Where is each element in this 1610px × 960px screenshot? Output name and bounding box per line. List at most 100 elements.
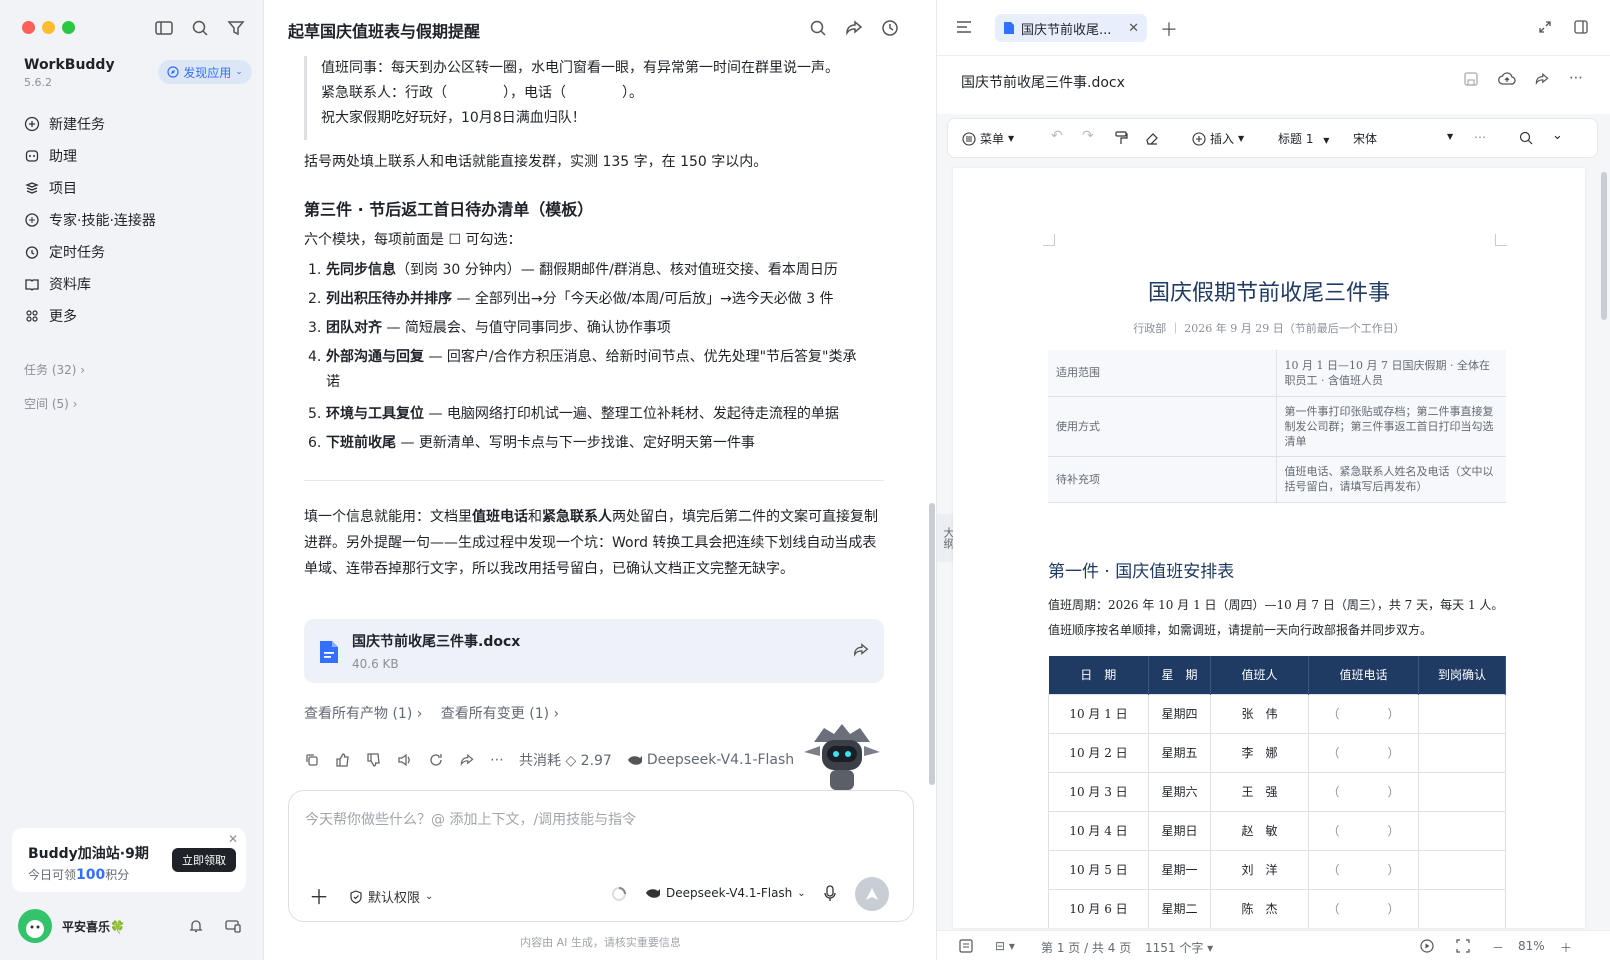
minimize-window-button[interactable] xyxy=(42,21,55,34)
speaker-icon[interactable] xyxy=(397,752,413,768)
promo-sub-prefix: 今日可领 xyxy=(28,868,77,882)
close-window-button[interactable] xyxy=(22,21,35,34)
share-icon[interactable] xyxy=(1534,71,1550,87)
chevron-down-icon: ⌄ xyxy=(425,891,434,902)
view-changes-link[interactable]: 查看所有变更 (1) › xyxy=(441,706,559,722)
close-icon[interactable]: ✕ xyxy=(1128,21,1139,36)
spaces-section[interactable]: 空间 (5) › xyxy=(24,395,77,412)
list-number: 2. xyxy=(308,291,322,307)
paragraph-style-select[interactable]: 标题 1 ▼ xyxy=(1278,130,1329,147)
outline-view-icon[interactable] xyxy=(959,939,973,953)
table-cell: （ ） xyxy=(1308,810,1419,851)
refresh-icon[interactable] xyxy=(428,752,444,768)
sidebar-item-more[interactable]: 更多 xyxy=(16,301,252,331)
claim-button[interactable]: 立即领取 xyxy=(172,848,236,872)
word-count[interactable]: 1151 个字 ▾ xyxy=(1145,939,1213,956)
more-icon[interactable]: ⋯ xyxy=(490,752,504,768)
permission-select[interactable]: 默认权限 ⌄ xyxy=(349,887,433,906)
new-tab-icon[interactable]: ＋ xyxy=(1160,16,1178,42)
tab-document[interactable]: 国庆节前收尾... ✕ xyxy=(995,14,1147,42)
avatar[interactable] xyxy=(18,909,52,943)
view-artifacts-link[interactable]: 查看所有产物 (1) › xyxy=(304,706,422,722)
table-cell: 星期五 xyxy=(1148,732,1211,773)
doc-subtitle: 行政部 ｜ 2026 年 9 月 29 日（节前最后一个工作日） xyxy=(1133,322,1405,335)
plus-circle-icon xyxy=(24,116,40,132)
history-icon[interactable] xyxy=(880,18,900,38)
add-icon[interactable]: ＋ xyxy=(309,881,329,910)
chat-scrollbar[interactable] xyxy=(929,503,935,785)
bell-icon[interactable] xyxy=(188,918,204,934)
column-header: 日 期 xyxy=(1048,656,1149,694)
list-item-text: — 简短晨会、与值守同事同步、确认协作事项 xyxy=(382,320,671,336)
sidebar-item-assistant[interactable]: 助理 xyxy=(16,141,252,171)
list-item-title: 环境与工具复位 xyxy=(326,406,424,422)
list-number: 6. xyxy=(308,435,322,451)
loading-spinner-icon xyxy=(612,887,626,901)
copy-icon[interactable] xyxy=(304,752,320,768)
filter-icon[interactable] xyxy=(225,17,247,39)
redo-icon[interactable]: ↷ xyxy=(1082,128,1094,144)
close-icon[interactable]: ✕ xyxy=(228,832,238,846)
microphone-icon[interactable] xyxy=(823,885,837,903)
table-cell xyxy=(1418,693,1506,734)
sidebar-item-label: 专家·技能·连接器 xyxy=(49,213,156,229)
share-icon[interactable] xyxy=(844,18,864,38)
sidebar-item-scheduled[interactable]: 定时任务 xyxy=(16,237,252,267)
insert-button[interactable]: 插入 ▼ xyxy=(1192,130,1244,147)
search-icon[interactable] xyxy=(1519,131,1533,145)
sidebar-item-new-task[interactable]: 新建任务 xyxy=(16,109,252,139)
zoom-out-button[interactable]: － xyxy=(1492,939,1504,956)
tasks-section[interactable]: 任务 (32) › xyxy=(24,361,85,378)
menu-button[interactable]: 菜单 ▼ xyxy=(962,130,1014,147)
save-icon[interactable] xyxy=(1463,71,1479,87)
layout-select[interactable]: ⊟ ▾ xyxy=(995,939,1015,953)
search-icon[interactable] xyxy=(189,17,211,39)
play-icon[interactable] xyxy=(1420,939,1434,953)
plus-circle-icon xyxy=(1192,131,1206,146)
whale-icon xyxy=(627,756,642,765)
mascot-robot-icon xyxy=(804,724,880,790)
cloud-upload-icon[interactable] xyxy=(1498,71,1516,87)
menu-icon[interactable] xyxy=(955,19,973,35)
caret-down-icon: ▼ xyxy=(1008,134,1015,143)
fit-screen-icon[interactable] xyxy=(1456,939,1470,953)
sidebar-item-library[interactable]: 资料库 xyxy=(16,269,252,299)
discover-apps-button[interactable]: 发现应用 ⌄ xyxy=(158,60,252,84)
maximize-window-button[interactable] xyxy=(62,21,75,34)
table-cell xyxy=(1418,849,1506,890)
panel-toggle-icon[interactable] xyxy=(1573,19,1589,35)
sidebar-item-projects[interactable]: 项目 xyxy=(16,173,252,203)
caret-down-icon: ▼ xyxy=(1447,132,1454,141)
model-select[interactable]: Deepseek-V4.1-Flash ⌄ xyxy=(645,886,806,900)
sidebar-item-experts[interactable]: 专家·技能·连接器 xyxy=(16,205,252,235)
share-icon[interactable] xyxy=(459,752,475,768)
table-cell: 10 月 1 日 xyxy=(1048,693,1149,734)
prompt-input[interactable]: 今天帮你做些什么？@ 添加上下文，/调用技能与指令 ＋ 默认权限 ⌄ Deepse… xyxy=(288,790,914,922)
format-painter-icon[interactable] xyxy=(1114,131,1128,145)
share-icon[interactable] xyxy=(852,641,870,659)
undo-icon[interactable]: ↶ xyxy=(1051,128,1063,144)
font-select[interactable]: 宋体 ▼ xyxy=(1353,130,1463,147)
thumbs-up-icon[interactable] xyxy=(335,752,351,768)
more-icon[interactable]: ⋯ xyxy=(1474,130,1486,144)
model-select-label: Deepseek-V4.1-Flash xyxy=(666,886,793,900)
device-icon[interactable] xyxy=(224,918,242,934)
zoom-in-button[interactable]: ＋ xyxy=(1560,939,1572,956)
quote-block: 值班同事：每天到办公区转一圈，水电门窗看一眼，有异常第一时间在群里说一声。 紧急… xyxy=(304,56,844,140)
sidebar: WorkBuddy 5.6.2 发现应用 ⌄ 新建任务 助理 项目 专家·技能·… xyxy=(0,0,264,960)
thumbs-down-icon[interactable] xyxy=(366,752,382,768)
file-attachment[interactable]: 国庆节前收尾三件事.docx 40.6 KB xyxy=(304,619,884,683)
send-button[interactable] xyxy=(855,877,889,911)
more-icon[interactable]: ⋯ xyxy=(1569,70,1583,86)
brand-name: WorkBuddy xyxy=(24,57,115,73)
doc-scrollbar[interactable] xyxy=(1601,172,1607,320)
eraser-icon[interactable] xyxy=(1145,131,1159,145)
table-cell: 张 伟 xyxy=(1210,693,1309,734)
expand-icon[interactable] xyxy=(1537,19,1553,35)
sidebar-toggle-icon[interactable] xyxy=(153,17,175,39)
duty-period: 值班周期：2026 年 10 月 1 日（周四）—10 月 7 日（周三），共 … xyxy=(1048,598,1504,612)
promo-sub-suffix: 积分 xyxy=(105,868,130,882)
input-placeholder: 今天帮你做些什么？@ 添加上下文，/调用技能与指令 xyxy=(305,812,637,828)
chevron-down-icon[interactable]: ⌄ xyxy=(1552,128,1563,143)
search-icon[interactable] xyxy=(808,18,828,38)
